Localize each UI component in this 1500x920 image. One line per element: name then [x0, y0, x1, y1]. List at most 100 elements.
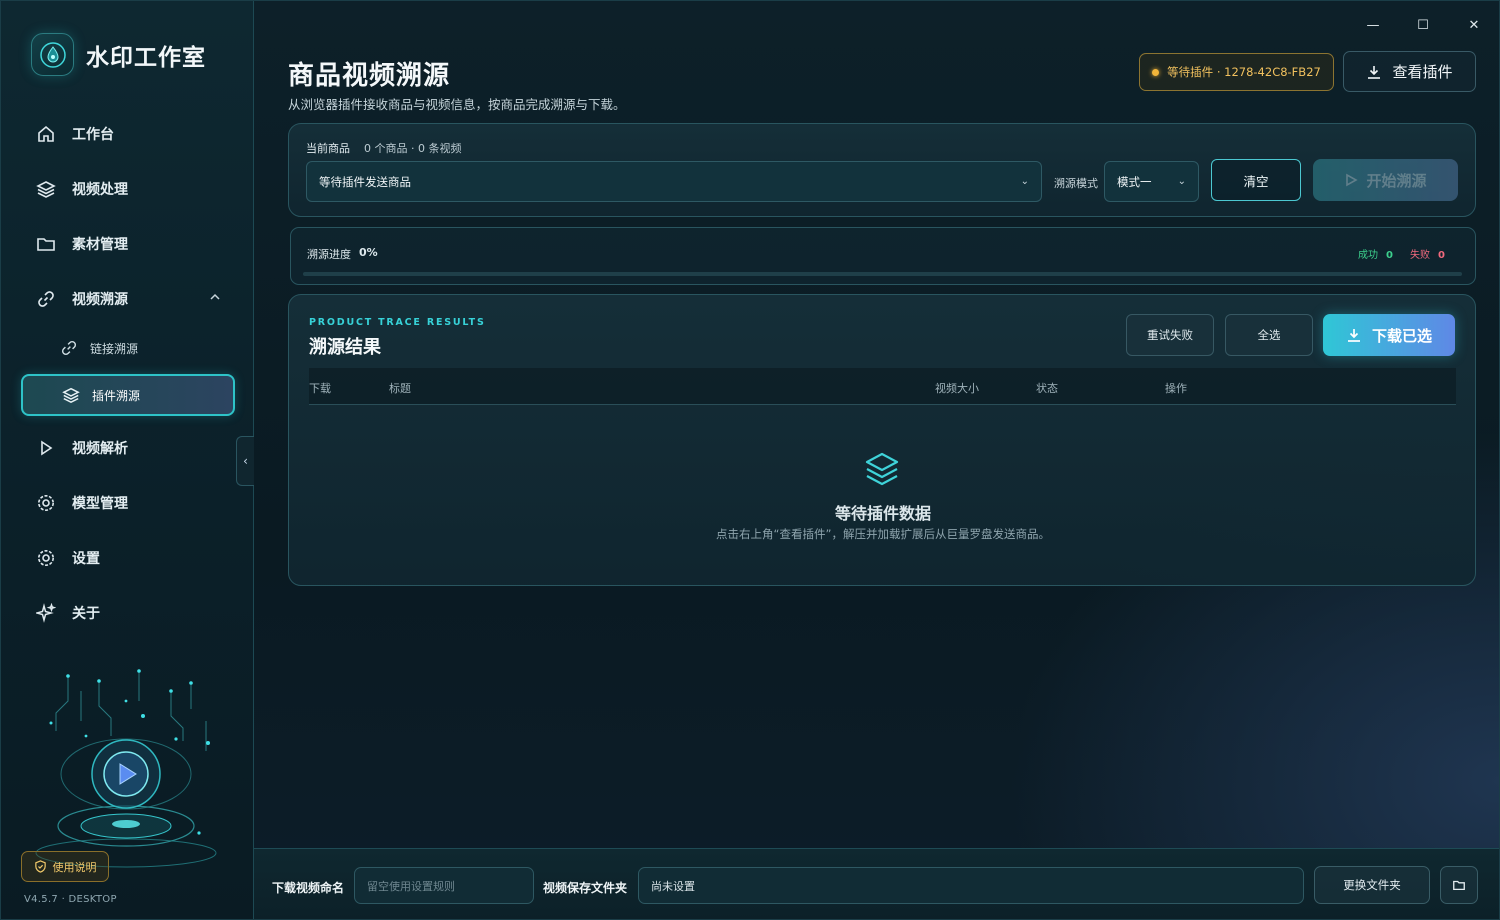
decorative-play-illustration [21, 661, 231, 871]
save-folder-label: 视频保存文件夹 [543, 881, 628, 895]
view-plugin-label: 查看插件 [1392, 63, 1453, 81]
column-header-size[interactable]: 视频大小 [935, 380, 979, 396]
column-header-actions[interactable]: 操作 [1165, 380, 1187, 396]
play-icon [36, 438, 56, 458]
sidebar-item-settings[interactable]: 设置 [21, 538, 235, 578]
folder-icon [1453, 880, 1465, 891]
gear-icon [36, 493, 56, 513]
results-eyebrow: PRODUCT TRACE RESULTS [309, 317, 486, 328]
gear-icon [36, 548, 56, 568]
fail-stat: 失败 0 [1410, 246, 1445, 261]
sidebar-item-video-parse[interactable]: 视频解析 [21, 428, 235, 468]
chevron-down-icon: ⌄ [1020, 176, 1029, 187]
empty-layers-icon [864, 451, 900, 493]
home-icon [36, 124, 56, 144]
results-title: 溯源结果 [309, 337, 381, 358]
sidebar-item-label: 模型管理 [72, 496, 128, 512]
retry-failed-button[interactable]: 重试失败 [1126, 314, 1214, 356]
naming-label: 下载视频命名 [272, 881, 345, 895]
page-title: 商品视频溯源 [288, 61, 451, 91]
sidebar-item-about[interactable]: 关于 [21, 593, 235, 633]
status-dot-icon [1152, 68, 1160, 76]
sidebar-subitem-label: 链接溯源 [90, 341, 139, 356]
trace-results-card: PRODUCT TRACE RESULTS 溯源结果 重试失败 全选 下载已选 … [288, 294, 1476, 586]
success-count: 0 [1386, 250, 1393, 261]
layers-icon [62, 386, 80, 404]
download-selected-button[interactable]: 下载已选 [1323, 314, 1455, 356]
sidebar-subitem-plugin-trace[interactable]: 插件溯源 [21, 374, 235, 416]
sidebar-item-video-trace[interactable]: 视频溯源 [21, 279, 235, 319]
play-icon [1346, 173, 1359, 187]
sidebar-subitem-link-trace[interactable]: 链接溯源 [21, 328, 235, 368]
version-text: V4.5.7 · DESKTOP [24, 894, 117, 905]
folder-icon [36, 234, 56, 254]
trace-controls-card: 当前商品 0 个商品 · 0 条视频 等待插件发送商品 ⌄ 溯源模式 模式一 ⌄… [288, 123, 1476, 217]
download-icon [1347, 329, 1360, 342]
link-icon [36, 289, 56, 309]
start-trace-label: 开始溯源 [1366, 171, 1427, 190]
page-subtitle: 从浏览器插件接收商品与视频信息，按商品完成溯源与下载。 [288, 97, 626, 112]
save-folder-field[interactable]: 尚未设置 [638, 867, 1304, 904]
sidebar-item-label: 设置 [72, 551, 100, 567]
download-icon [1368, 65, 1381, 79]
progress-percent: 0% [359, 246, 378, 259]
help-label: 使用说明 [52, 860, 97, 874]
progress-label: 溯源进度 [307, 248, 351, 261]
sidebar-collapse-toggle[interactable]: ‹ [236, 436, 254, 486]
product-select[interactable]: 等待插件发送商品 ⌄ [306, 161, 1042, 202]
chevron-left-icon: ‹ [243, 454, 248, 468]
sparkle-icon [36, 603, 56, 623]
column-header-status[interactable]: 状态 [1036, 380, 1058, 396]
brand: 水印工作室 [31, 33, 206, 76]
fail-count: 0 [1438, 250, 1445, 261]
sidebar-item-label: 视频解析 [72, 441, 128, 457]
layers-icon [36, 179, 56, 199]
sidebar-item-label: 视频处理 [72, 182, 128, 198]
select-all-button[interactable]: 全选 [1225, 314, 1313, 356]
sidebar-item-materials[interactable]: 素材管理 [21, 224, 235, 264]
open-folder-button[interactable] [1440, 866, 1478, 904]
progress-bar [303, 272, 1462, 276]
trace-mode-select[interactable]: 模式一 ⌄ [1104, 161, 1199, 202]
naming-input[interactable]: 留空使用设置规则 [354, 867, 534, 904]
sidebar-subitem-label: 插件溯源 [92, 388, 141, 403]
shield-icon [34, 860, 46, 873]
empty-state-title: 等待插件数据 [834, 504, 931, 523]
maximize-button[interactable]: ☐ [1413, 15, 1433, 35]
current-product-count: 0 个商品 · 0 条视频 [364, 142, 462, 155]
sidebar-item-video-processing[interactable]: 视频处理 [21, 169, 235, 209]
trace-progress-card: 溯源进度 0% 成功 0 失败 0 [290, 227, 1476, 285]
download-selected-label: 下载已选 [1371, 326, 1432, 345]
fail-label: 失败 [1410, 250, 1430, 261]
sidebar: 水印工作室 工作台 视频处理 素材管理 视频溯源 链接溯源 插件溯源 视频解析 … [1, 1, 254, 919]
view-plugin-button[interactable]: 查看插件 [1343, 51, 1476, 92]
change-folder-button[interactable]: 更换文件夹 [1314, 866, 1430, 904]
plugin-status-badge: 等待插件 · 1278-42C8-FB27 [1139, 53, 1334, 91]
help-button[interactable]: 使用说明 [21, 851, 109, 882]
footer-bar: 下载视频命名 留空使用设置规则 视频保存文件夹 尚未设置 更换文件夹 [254, 848, 1499, 919]
link-icon [60, 339, 78, 357]
close-button[interactable]: ✕ [1464, 15, 1484, 35]
app-title: 水印工作室 [86, 44, 206, 71]
sidebar-item-model-management[interactable]: 模型管理 [21, 483, 235, 523]
sidebar-item-workbench[interactable]: 工作台 [21, 114, 235, 154]
trace-mode-value: 模式一 [1117, 174, 1152, 189]
sidebar-item-label: 工作台 [72, 127, 114, 143]
sidebar-item-label: 素材管理 [72, 237, 128, 253]
results-table-header: 下载 标题 视频大小 状态 操作 [309, 368, 1456, 405]
plugin-status-text: 等待插件 · 1278-42C8-FB27 [1167, 65, 1321, 79]
trace-mode-label: 溯源模式 [1054, 177, 1098, 190]
app-window: 水印工作室 工作台 视频处理 素材管理 视频溯源 链接溯源 插件溯源 视频解析 … [0, 0, 1500, 920]
minimize-button[interactable]: — [1363, 15, 1383, 35]
product-select-value: 等待插件发送商品 [319, 174, 411, 189]
chevron-down-icon: ⌄ [1177, 176, 1186, 187]
sidebar-item-label: 视频溯源 [72, 292, 128, 308]
current-product-label: 当前商品 [306, 142, 350, 155]
clear-button[interactable]: 清空 [1211, 159, 1301, 201]
chevron-up-icon [209, 291, 221, 307]
column-header-title[interactable]: 标题 [389, 380, 411, 396]
sidebar-item-label: 关于 [72, 606, 100, 622]
start-trace-button[interactable]: 开始溯源 [1313, 159, 1458, 201]
success-label: 成功 [1358, 250, 1378, 261]
column-header-download[interactable]: 下载 [309, 380, 331, 396]
